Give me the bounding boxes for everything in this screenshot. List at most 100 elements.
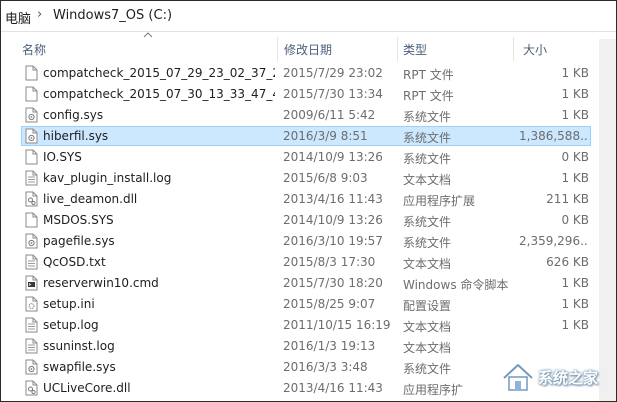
file-name[interactable]: setup.log xyxy=(43,318,275,332)
file-modified-date: 2015/8/25 9:07 xyxy=(283,297,376,311)
file-modified-date: 2015/7/30 13:34 xyxy=(283,87,383,101)
system-file-icon xyxy=(25,359,38,375)
file-modified-date: 2015/7/30 18:20 xyxy=(283,276,383,290)
file-type: Windows 命令脚本 xyxy=(403,278,509,292)
system-file-icon xyxy=(25,107,38,123)
file-row[interactable]: config.sys 2009/6/11 5:42 系统文件 1 KB xyxy=(1,105,616,126)
file-name[interactable]: UCLiveCore.dll xyxy=(43,381,275,395)
file-row[interactable]: MSDOS.SYS 2014/10/9 13:26 系统文件 0 KB xyxy=(1,210,616,231)
file-size: 2,359,296... xyxy=(519,234,589,248)
text-file-icon xyxy=(25,254,38,270)
file-explorer-window: 电脑 › Windows7_OS (C:) 名称 修改日期 类型 大小 comp… xyxy=(0,0,617,402)
file-size: 1 KB xyxy=(561,318,589,332)
file-size: 1 KB xyxy=(561,171,589,185)
file-name[interactable]: swapfile.sys xyxy=(43,360,275,374)
file-name[interactable]: MSDOS.SYS xyxy=(43,213,275,227)
file-name[interactable]: config.sys xyxy=(43,108,275,122)
file-size: 1 KB xyxy=(561,108,589,122)
file-icon xyxy=(25,149,38,165)
file-name[interactable]: kav_plugin_install.log xyxy=(43,171,275,185)
file-row[interactable]: ssuninst.log 2016/1/3 19:13 文本文档 xyxy=(1,336,616,357)
file-size: 1 KB xyxy=(561,87,589,101)
column-divider[interactable] xyxy=(513,37,514,61)
text-file-icon xyxy=(25,170,38,186)
file-icon xyxy=(25,212,38,228)
column-header-type[interactable]: 类型 xyxy=(403,41,427,58)
breadcrumb-separator-icon[interactable]: › xyxy=(37,7,42,22)
system-file-icon xyxy=(25,128,38,144)
file-size: 1 KB xyxy=(561,276,589,290)
watermark-text: 系统之家 xyxy=(538,369,599,387)
column-header-row: 名称 修改日期 类型 大小 xyxy=(1,37,616,61)
dll-file-icon xyxy=(25,380,38,396)
file-name[interactable]: reserverwin10.cmd xyxy=(43,276,275,290)
house-logo-icon xyxy=(502,363,534,391)
file-modified-date: 2016/3/3 3:48 xyxy=(283,360,368,374)
file-modified-date: 2016/1/3 19:13 xyxy=(283,339,376,353)
file-modified-date: 2016/3/9 8:51 xyxy=(283,129,368,143)
file-name[interactable]: setup.ini xyxy=(43,297,275,311)
file-name[interactable]: hiberfil.sys xyxy=(43,129,275,143)
breadcrumb-drive[interactable]: Windows7_OS (C:) xyxy=(53,8,172,23)
file-modified-date: 2016/3/10 19:57 xyxy=(283,234,383,248)
cmd-file-icon xyxy=(25,275,38,291)
file-type: 应用程序扩展 xyxy=(403,194,476,208)
file-type: 文本文档 xyxy=(403,320,452,334)
text-file-icon xyxy=(25,338,38,354)
dll-file-icon xyxy=(25,191,38,207)
file-size: 0 KB xyxy=(561,150,589,164)
file-row[interactable]: kav_plugin_install.log 2015/6/8 9:03 文本文档 1… xyxy=(1,168,616,189)
file-type: 系统文件 xyxy=(403,131,452,145)
file-row[interactable]: setup.log 2011/10/15 16:19 文本文档 1 KB xyxy=(1,315,616,336)
file-type: 系统文件 xyxy=(403,152,452,166)
file-type: 应用程序扩 xyxy=(403,383,464,397)
file-modified-date: 2009/6/11 5:42 xyxy=(283,108,376,122)
file-row[interactable]: compatcheck_2015_07_29_23_02_37_2... 2015… xyxy=(1,63,616,84)
system-file-icon xyxy=(25,233,38,249)
file-name[interactable]: pagefile.sys xyxy=(43,234,275,248)
column-divider[interactable] xyxy=(277,37,278,61)
file-size: 1 KB xyxy=(561,297,589,311)
file-row[interactable]: IO.SYS 2014/10/9 13:26 系统文件 0 KB xyxy=(1,147,616,168)
file-row[interactable]: pagefile.sys 2016/3/10 19:57 系统文件 2,359,296… xyxy=(1,231,616,252)
file-modified-date: 2011/10/15 16:19 xyxy=(283,318,391,332)
file-name[interactable]: QcOSD.txt xyxy=(43,255,275,269)
text-file-icon xyxy=(25,317,38,333)
file-modified-date: 2014/10/9 13:26 xyxy=(283,213,383,227)
address-bar[interactable]: 电脑 › Windows7_OS (C:) xyxy=(1,1,616,32)
file-modified-date: 2014/10/9 13:26 xyxy=(283,150,383,164)
file-type: RPT 文件 xyxy=(403,89,454,103)
file-row[interactable]: live_deamon.dll 2013/4/16 11:43 应用程序扩展 211 … xyxy=(1,189,616,210)
file-row[interactable]: compatcheck_2015_07_30_13_33_47_4... 2015… xyxy=(1,84,616,105)
file-type: RPT 文件 xyxy=(403,68,454,82)
file-icon xyxy=(25,65,38,81)
file-type: 系统文件 xyxy=(403,215,452,229)
file-name[interactable]: live_deamon.dll xyxy=(43,192,275,206)
file-modified-date: 2013/4/16 11:43 xyxy=(283,192,383,206)
file-size: 626 KB xyxy=(546,255,589,269)
file-modified-date: 2015/7/29 23:02 xyxy=(283,66,383,80)
file-size: 0 KB xyxy=(561,213,589,227)
column-header-name[interactable]: 名称 xyxy=(22,41,46,58)
file-row[interactable]: setup.ini 2015/8/25 9:07 配置设置 1 KB xyxy=(1,294,616,315)
vertical-scrollbar[interactable] xyxy=(599,39,616,401)
file-name[interactable]: IO.SYS xyxy=(43,150,275,164)
file-name[interactable]: compatcheck_2015_07_30_13_33_47_4... xyxy=(43,87,275,101)
file-size: 1 KB xyxy=(561,66,589,80)
file-type: 配置设置 xyxy=(403,299,452,313)
file-type: 文本文档 xyxy=(403,341,452,355)
file-row[interactable]: reserverwin10.cmd 2015/7/30 18:20 Windows … xyxy=(1,273,616,294)
file-modified-date: 2013/4/16 11:43 xyxy=(283,381,383,395)
column-header-size[interactable]: 大小 xyxy=(523,41,547,58)
watermark: 系统之家 xyxy=(498,359,610,395)
file-modified-date: 2015/6/8 9:03 xyxy=(283,171,368,185)
file-row[interactable]: QcOSD.txt 2015/8/3 17:30 文本文档 626 KB xyxy=(1,252,616,273)
file-row[interactable]: hiberfil.sys 2016/3/9 8:51 系统文件 1,386,588..… xyxy=(1,126,616,147)
column-header-date[interactable]: 修改日期 xyxy=(284,41,332,58)
column-divider[interactable] xyxy=(397,37,398,61)
file-size: 211 KB xyxy=(546,192,589,206)
file-size: 1,386,588... xyxy=(519,129,589,143)
file-name[interactable]: ssuninst.log xyxy=(43,339,275,353)
file-name[interactable]: compatcheck_2015_07_29_23_02_37_2... xyxy=(43,66,275,80)
breadcrumb-computer[interactable]: 电脑 xyxy=(5,8,31,27)
